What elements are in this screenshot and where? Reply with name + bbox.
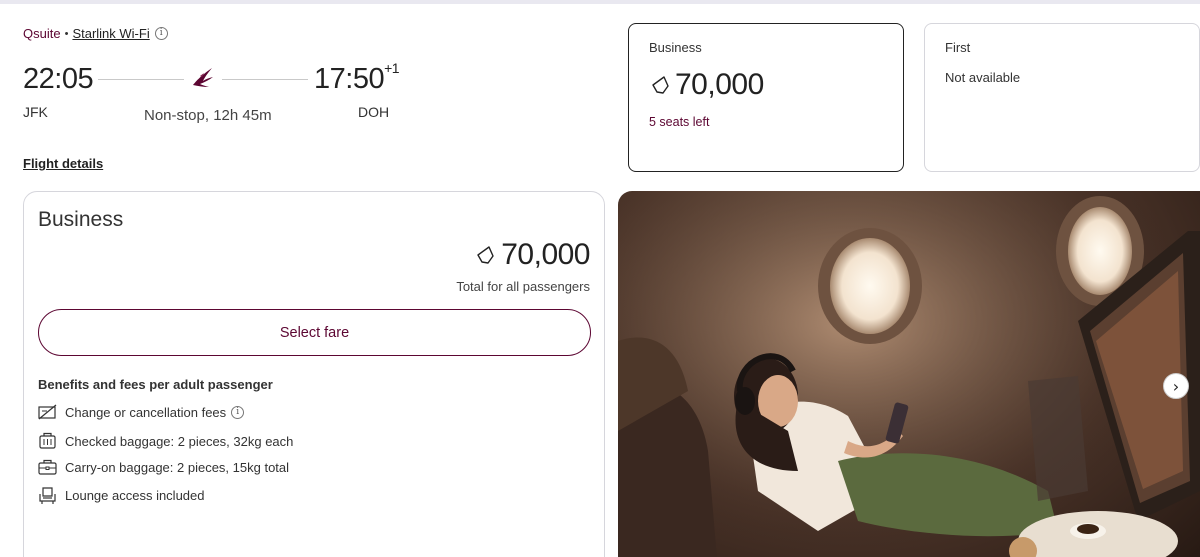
lounge-seat-icon — [39, 487, 56, 504]
no-fee-icon — [38, 404, 57, 420]
chevron-right-icon: › — [1172, 376, 1180, 396]
cabin-name: First — [945, 40, 971, 55]
avios-icon — [477, 246, 494, 264]
info-icon[interactable]: i — [154, 27, 168, 40]
separator-dot: • — [64, 27, 69, 40]
price-note: Total for all passengers — [456, 279, 590, 294]
destination-code: DOH — [358, 104, 390, 120]
checked-baggage-icon — [39, 432, 56, 449]
departure-time: 22:05 — [23, 63, 94, 95]
availability-status: Not available — [945, 70, 1021, 85]
benefit-label: Lounge access included — [65, 488, 205, 503]
benefit-item: Carry-on baggage: 2 pieces, 15kg total — [38, 459, 289, 475]
benefit-label: Change or cancellation fees — [65, 404, 227, 420]
top-divider — [0, 0, 1200, 4]
benefit-item: Checked baggage: 2 pieces, 32kg each — [38, 432, 293, 450]
carry-on-icon — [38, 459, 57, 475]
select-fare-button[interactable]: Select fare — [38, 309, 591, 356]
cabin-name: Business — [649, 40, 702, 55]
seats-left: 5 seats left — [649, 115, 710, 129]
cabin-price: 70,000 — [649, 68, 764, 102]
fare-panel: Business 70,000 Total for all passengers… — [23, 191, 605, 557]
benefits-title: Benefits and fees per adult passenger — [38, 377, 273, 392]
cabin-card-business[interactable]: Business 70,000 5 seats left — [628, 23, 904, 172]
flight-details-link[interactable]: Flight details — [23, 156, 103, 171]
fare-price: 70,000 — [474, 238, 590, 272]
fare-title: Business — [38, 208, 124, 231]
wifi-link[interactable]: Starlink Wi-Fi — [72, 26, 149, 41]
origin-code: JFK — [23, 104, 48, 120]
product-name: Qsuite — [23, 26, 61, 41]
cabin-photo-illustration — [618, 191, 1200, 557]
arrival-time: 17:50+1 — [314, 60, 400, 95]
arrival-day-offset: +1 — [384, 60, 400, 77]
benefit-label: Carry-on baggage: 2 pieces, 15kg total — [65, 459, 290, 475]
benefit-item: Change or cancellation fees i — [38, 404, 245, 420]
cabin-card-first[interactable]: First Not available — [924, 23, 1200, 172]
airline-logo-icon — [193, 68, 213, 87]
route-line — [98, 79, 184, 80]
info-icon[interactable]: i — [231, 405, 245, 419]
cabin-photo — [618, 191, 1200, 557]
benefit-item: Lounge access included — [38, 486, 205, 505]
avios-icon — [652, 76, 669, 94]
benefit-label: Checked baggage: 2 pieces, 32kg each — [65, 433, 294, 449]
flight-tags: Qsuite • Starlink Wi-Fi i — [23, 26, 168, 41]
flight-duration: Non-stop, 12h 45m — [144, 107, 272, 124]
route-line — [222, 79, 308, 80]
next-image-button[interactable]: › — [1163, 373, 1189, 399]
